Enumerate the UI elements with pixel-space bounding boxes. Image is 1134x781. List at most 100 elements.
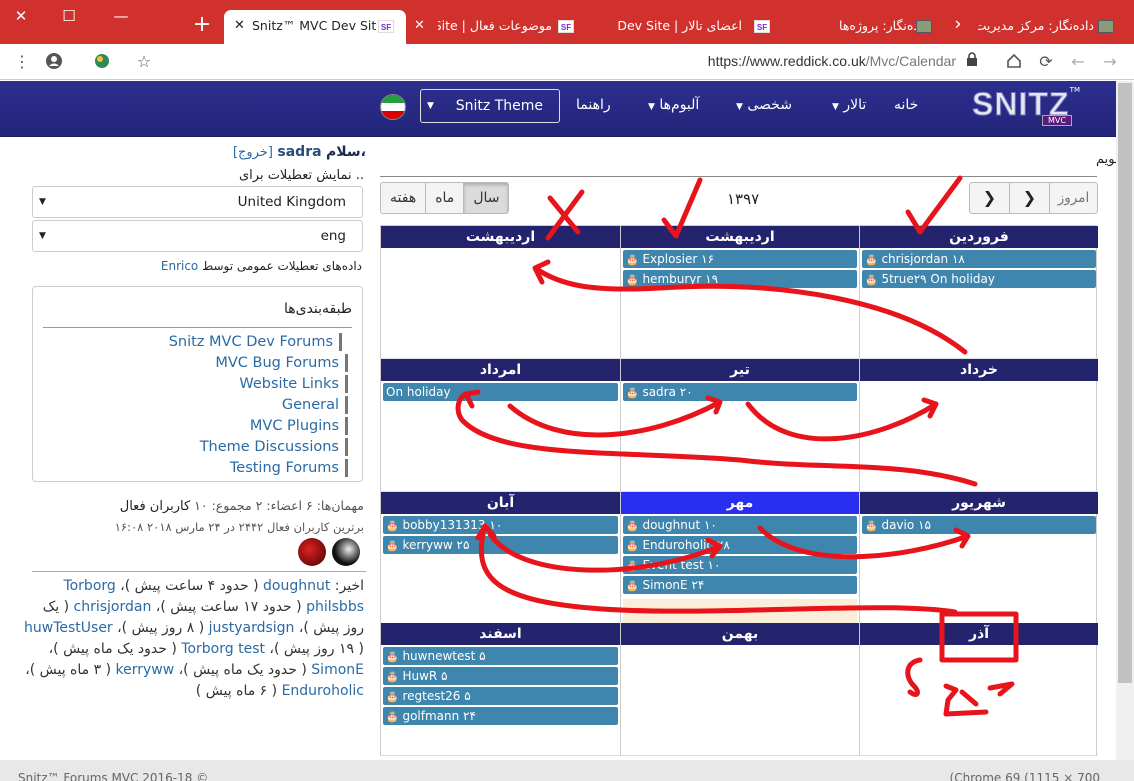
month-header[interactable]: فروردین [860, 226, 1098, 248]
calendar-event[interactable]: 🎂 kerryww ۲۵ [383, 536, 618, 554]
calendar-event[interactable]: 🎂 sadra ۲۰ [623, 383, 857, 401]
today-button[interactable]: امروز [1050, 183, 1097, 213]
recent-label: اخیر: [334, 578, 364, 594]
month-cell: خرداد [859, 359, 1098, 492]
category-link[interactable]: MVC Plugins [250, 417, 348, 435]
bookmark-star-icon[interactable]: ☆ [134, 52, 154, 72]
tab-projects[interactable]: داده‌نگار: پروژه‌ها ✕ [800, 10, 960, 44]
close-tab-icon[interactable]: ✕ [234, 10, 245, 42]
theme-select[interactable]: ▼ Snitz Theme [420, 89, 560, 123]
prev-year-button[interactable]: ❯ [1010, 183, 1050, 213]
username[interactable]: sadra [277, 144, 321, 160]
month-header[interactable]: اردیبهشت [621, 226, 859, 248]
recent-user[interactable]: chrisjordan [74, 599, 152, 615]
language-select[interactable]: ▼ eng [32, 220, 363, 252]
minimize-window-icon[interactable]: — [106, 6, 136, 26]
caret-down-icon: ▼ [832, 102, 839, 112]
tab-active-topics[interactable]: ✕ موضوعات فعال | Site SF [408, 10, 580, 44]
avatar[interactable] [332, 538, 360, 566]
calendar-event[interactable]: 🎂 hemburyr ۱۹ [623, 270, 857, 288]
week-view-button[interactable]: هفته [381, 183, 427, 213]
tab-snitz-dev-site[interactable]: ✕ Snitz™ MVC Dev Site | SF [224, 10, 406, 44]
calendar-event[interactable]: 🎂 SimonE ۲۴ [623, 576, 857, 594]
recent-user[interactable]: justyardsign [209, 620, 295, 636]
recent-user[interactable]: doughnut [263, 578, 330, 594]
year-view-button[interactable]: سال [464, 183, 509, 213]
month-header[interactable]: تیر [621, 359, 859, 381]
calendar-event[interactable]: 🎂 regtest26 ۵ [383, 687, 618, 705]
home-icon[interactable] [1004, 52, 1024, 72]
month-header[interactable]: بهمن [621, 623, 859, 645]
close-tab-icon[interactable]: ✕ [414, 10, 425, 42]
calendar-nav: ❯ ❯ امروز [969, 182, 1098, 214]
calendar-event[interactable]: 🎂 Enduroholic ۲۸ [623, 536, 857, 554]
nav-help[interactable]: راهنما [576, 97, 611, 113]
calendar-event[interactable]: 🎂 HuwR ۵ [383, 667, 618, 685]
category-link[interactable]: Theme Discussions [200, 438, 348, 456]
calendar-event[interactable]: 🎂 chrisjordan ۱۸ [862, 250, 1096, 268]
close-window-icon[interactable]: ✕ [6, 6, 36, 26]
recent-user[interactable]: huwTestUser [24, 620, 113, 636]
month-header[interactable]: شهریور [860, 492, 1098, 514]
category-link[interactable]: MVC Bug Forums [215, 354, 348, 372]
avatar[interactable] [298, 538, 326, 566]
page-scrollbar[interactable] [1116, 81, 1134, 760]
month-header[interactable]: اردیبهشت [381, 226, 620, 248]
scrollbar-thumb[interactable] [1118, 83, 1132, 683]
logout-link[interactable]: [خروج] [233, 145, 273, 160]
category-link[interactable]: Testing Forums [230, 459, 348, 477]
country-select[interactable]: ▼ United Kingdom [32, 186, 363, 218]
recent-user[interactable]: Enduroholic [282, 683, 364, 699]
birthday-cake-icon: 🎂 [626, 255, 639, 266]
nav-personal[interactable]: ▼ شخصی [732, 97, 792, 113]
month-header[interactable]: اسفند [381, 623, 620, 645]
address-bar[interactable]: ☆ https://www.reddick.co.uk/Mvc/Calendar [128, 47, 992, 77]
next-year-button[interactable]: ❯ [970, 183, 1010, 213]
category-link[interactable]: General [282, 396, 348, 414]
month-header[interactable]: خرداد [860, 359, 1098, 381]
calendar-event[interactable]: On holiday [383, 383, 618, 401]
back-icon[interactable]: → [1100, 52, 1120, 72]
snitz-logo[interactable]: SNITZ MVC TM [971, 86, 1080, 126]
maximize-window-icon[interactable]: ☐ [54, 6, 84, 26]
iran-flag-icon[interactable] [380, 94, 406, 120]
menu-dots-icon[interactable]: ⋮ [12, 52, 32, 72]
url-host: https://www.reddick.co.uk [707, 53, 866, 69]
tab-forum-members[interactable]: ✕ اعضای تالار | Dev Site SF [582, 10, 774, 44]
recent-when: ( ۳ ماه پیش ) [29, 662, 112, 678]
reload-icon[interactable]: ⟳ [1036, 52, 1056, 72]
recent-user[interactable]: kerryww [116, 662, 175, 678]
calendar-event[interactable]: 🎂 Event test ۱۰ [623, 556, 857, 574]
month-header[interactable]: آبان [381, 492, 620, 514]
recent-when: ( ۸ روز پیش ) [121, 620, 205, 636]
recent-user[interactable]: Torborg test [181, 641, 265, 657]
calendar-event[interactable]: 🎂 doughnut ۱۰ [623, 516, 857, 534]
month-header[interactable]: آذر [860, 623, 1098, 645]
calendar-event[interactable]: 🎂 Explosier ۱۶ [623, 250, 857, 268]
close-tab-icon[interactable]: ✕ [954, 10, 960, 42]
recent-user[interactable]: Torborg [63, 578, 115, 594]
calendar-event[interactable]: 🎂 golfmann ۲۴ [383, 707, 618, 725]
category-link[interactable]: Website Links [239, 375, 348, 393]
forward-icon[interactable]: ← [1068, 52, 1088, 72]
calendar-event[interactable]: 🎂 huwnewtest ۵ [383, 647, 618, 665]
enrico-link[interactable]: Enrico [161, 259, 198, 273]
nav-forum[interactable]: ▼ تالار [828, 97, 866, 113]
nav-albums[interactable]: ▼ آلبوم‌ها [644, 97, 699, 113]
extension-globe-icon[interactable] [92, 52, 112, 72]
recent-user[interactable]: SimonE [311, 662, 364, 678]
birthday-cake-icon: 🎂 [865, 275, 878, 286]
online-stats-text: مهمان‌ها: ۶ اعضاء: ۲ مجموع: ۱۰ [194, 498, 364, 513]
calendar-event[interactable]: 🎂 davio ۱۵ [862, 516, 1096, 534]
month-view-button[interactable]: ماه [426, 183, 465, 213]
recent-user[interactable]: philsbbs [306, 599, 364, 615]
category-link[interactable]: Snitz MVC Dev Forums [169, 333, 342, 351]
month-header[interactable]: مهر [621, 492, 859, 514]
profile-icon[interactable] [44, 52, 64, 72]
calendar-event[interactable]: 🎂 5true۲۹ On holiday [862, 270, 1096, 288]
tab-admin-center[interactable]: داده‌نگار: مرکز مدیریت [976, 10, 1134, 44]
new-tab-icon[interactable]: + [188, 14, 216, 38]
calendar-event[interactable]: 🎂 bobby131313 ۱۰ [383, 516, 618, 534]
month-header[interactable]: امرداد [381, 359, 620, 381]
nav-home[interactable]: خانه [894, 97, 918, 113]
